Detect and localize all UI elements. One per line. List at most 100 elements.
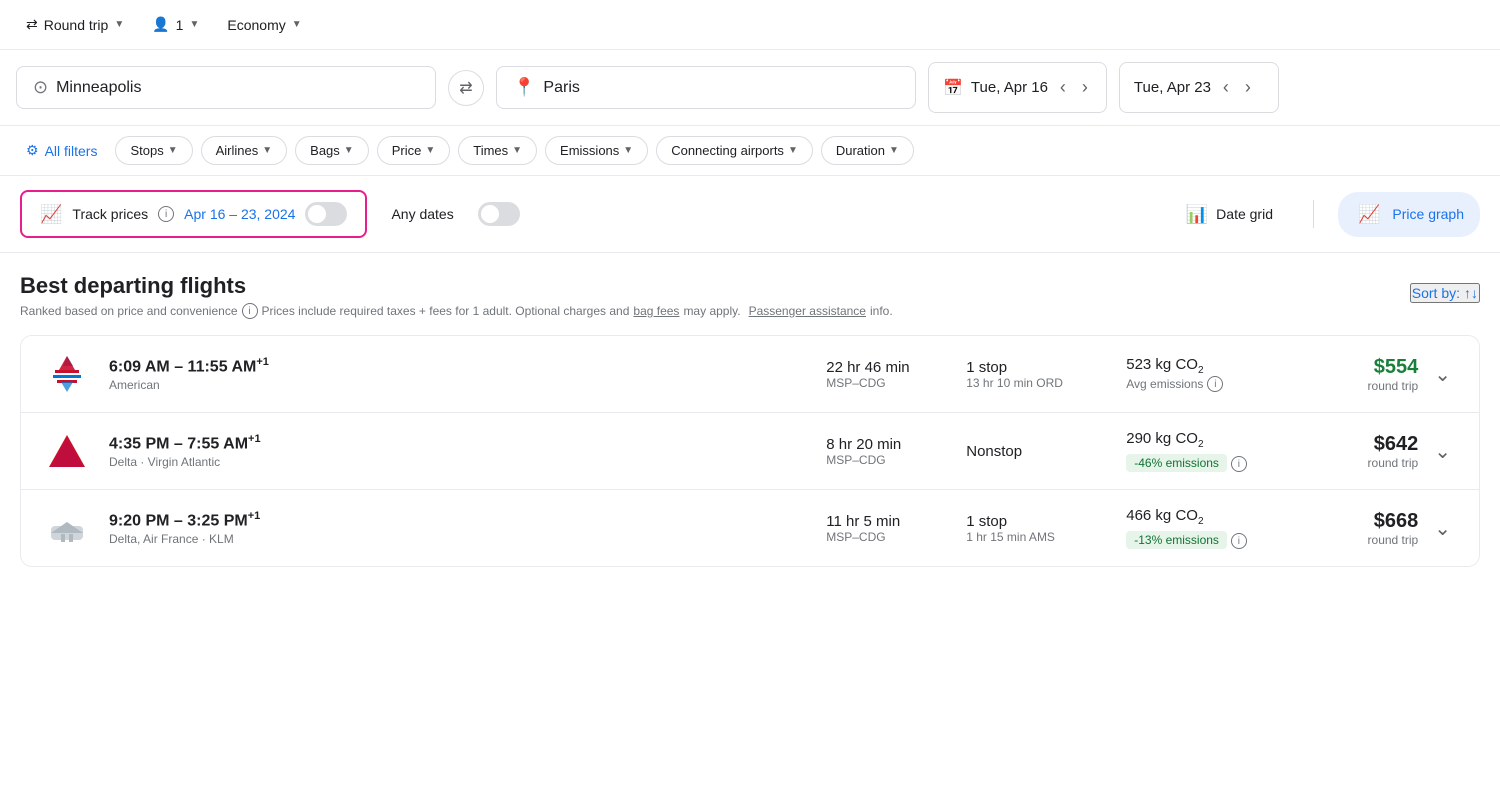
flight-list: 6:09 AM – 11:55 AM+1 American 22 hr 46 m… [20, 335, 1480, 567]
expand-button[interactable]: ⌄ [1426, 512, 1459, 545]
flight-airline: Delta · Virgin Atlantic [109, 455, 806, 469]
flight-emissions-col: 523 kg CO2 Avg emissions i [1106, 356, 1306, 392]
section-subtitle: Ranked based on price and convenience [20, 304, 238, 318]
flight-duration: 11 hr 5 min [826, 513, 946, 530]
flight-price-label: round trip [1306, 379, 1418, 393]
subtitle-info-icon[interactable]: i [242, 303, 258, 319]
fees-row: Ranked based on price and convenience i … [20, 303, 1480, 319]
date-from-next[interactable]: › [1078, 73, 1092, 102]
track-info-icon[interactable]: i [158, 206, 174, 222]
price-graph-icon: 📈 [1354, 200, 1384, 229]
origin-field[interactable]: ⊙ Minneapolis [16, 66, 436, 109]
price-graph-button[interactable]: 📈 Price graph [1338, 192, 1480, 237]
sort-label: Sort by: [1412, 285, 1460, 301]
emissions-info-icon[interactable]: i [1231, 456, 1247, 472]
fees-end-text: may apply. [683, 304, 740, 318]
swap-button[interactable]: ⇄ [448, 70, 484, 106]
passengers-chevron: ▼ [189, 19, 199, 30]
cabin-class-button[interactable]: Economy ▼ [217, 11, 311, 39]
flight-stop-detail: 13 hr 10 min ORD [966, 376, 1106, 390]
track-prices-slider [305, 202, 347, 226]
duration-chevron: ▼ [889, 145, 899, 156]
bags-filter[interactable]: Bags ▼ [295, 136, 369, 165]
bags-chevron: ▼ [344, 145, 354, 156]
passenger-assistance-link[interactable]: Passenger assistance [749, 304, 866, 318]
expand-button[interactable]: ⌄ [1426, 435, 1459, 468]
flight-stops-col: 1 stop 13 hr 10 min ORD [946, 359, 1106, 390]
flight-stops-col: 1 stop 1 hr 15 min AMS [946, 513, 1106, 544]
emissions-chevron: ▼ [623, 145, 633, 156]
any-dates-slider [478, 202, 520, 226]
date-grid-icon: 📊 [1186, 204, 1208, 225]
price-label: Price [392, 143, 422, 158]
flight-times: 9:20 PM – 3:25 PM+1 [109, 510, 806, 530]
flight-price: $668 [1306, 510, 1418, 533]
stops-filter[interactable]: Stops ▼ [115, 136, 192, 165]
track-row: 📈 Track prices i Apr 16 – 23, 2024 Any d… [0, 176, 1500, 253]
flight-duration-col: 8 hr 20 min MSP–CDG [806, 436, 946, 467]
emissions-info-icon[interactable]: i [1207, 376, 1223, 392]
passengers-label: 1 [176, 17, 184, 33]
flight-emissions-col: 466 kg CO2 -13% emissions i [1106, 507, 1306, 550]
flight-times: 4:35 PM – 7:55 AM+1 [109, 433, 806, 453]
search-bar: ⊙ Minneapolis ⇄ 📍 Paris 📅 Tue, Apr 16 ‹ … [0, 50, 1500, 126]
flight-duration-col: 22 hr 46 min MSP–CDG [806, 359, 946, 390]
flight-price-label: round trip [1306, 533, 1418, 547]
table-row[interactable]: 4:35 PM – 7:55 AM+1 Delta · Virgin Atlan… [21, 413, 1479, 490]
origin-icon: ⊙ [33, 77, 48, 98]
airlines-chevron: ▼ [262, 145, 272, 156]
emissions-filter[interactable]: Emissions ▼ [545, 136, 648, 165]
delta-airfrance-logo [45, 506, 89, 550]
destination-field[interactable]: 📍 Paris [496, 66, 916, 109]
flight-price-col: $642 round trip [1306, 433, 1426, 470]
fees-text: Prices include required taxes + fees for… [262, 304, 630, 318]
flight-info: 9:20 PM – 3:25 PM+1 Delta, Air France · … [93, 510, 806, 546]
expand-button[interactable]: ⌄ [1426, 358, 1459, 391]
emissions-label: Emissions [560, 143, 619, 158]
airlines-filter[interactable]: Airlines ▼ [201, 136, 288, 165]
date-grid-label: Date grid [1216, 206, 1273, 222]
connecting-airports-label: Connecting airports [671, 143, 784, 158]
flight-co2: 290 kg CO2 [1126, 430, 1306, 450]
passengers-button[interactable]: 👤 1 ▼ [142, 10, 209, 39]
duration-filter[interactable]: Duration ▼ [821, 136, 914, 165]
sort-button[interactable]: Sort by: ↑↓ [1410, 283, 1480, 303]
times-filter[interactable]: Times ▼ [458, 136, 537, 165]
flight-stops: 1 stop [966, 513, 1106, 530]
track-date-range: Apr 16 – 23, 2024 [184, 206, 295, 222]
flight-price-label: round trip [1306, 456, 1418, 470]
person-icon: 👤 [152, 16, 169, 33]
date-to-prev[interactable]: ‹ [1219, 73, 1233, 102]
all-filters-button[interactable]: ⚙ All filters [16, 136, 107, 165]
price-filter[interactable]: Price ▼ [377, 136, 451, 165]
flight-info: 4:35 PM – 7:55 AM+1 Delta · Virgin Atlan… [93, 433, 806, 469]
date-from-field[interactable]: 📅 Tue, Apr 16 ‹ › [928, 62, 1107, 113]
bags-label: Bags [310, 143, 340, 158]
flight-airline: Delta, Air France · KLM [109, 532, 806, 546]
bag-fees-link[interactable]: bag fees [633, 304, 679, 318]
top-bar: ⇄ Round trip ▼ 👤 1 ▼ Economy ▼ [0, 0, 1500, 50]
filter-icon: ⚙ [26, 142, 39, 159]
connecting-airports-chevron: ▼ [788, 145, 798, 156]
swap-icon: ⇄ [459, 78, 472, 98]
table-row[interactable]: 6:09 AM – 11:55 AM+1 American 22 hr 46 m… [21, 336, 1479, 413]
date-from-prev[interactable]: ‹ [1056, 73, 1070, 102]
flight-co2: 523 kg CO2 [1126, 356, 1306, 376]
destination-value: Paris [543, 79, 579, 97]
flight-route: MSP–CDG [826, 530, 946, 544]
any-dates-toggle[interactable] [478, 202, 520, 226]
date-to-next[interactable]: › [1241, 73, 1255, 102]
track-prices-toggle[interactable] [305, 202, 347, 226]
emissions-info-icon[interactable]: i [1231, 533, 1247, 549]
date-grid-button[interactable]: 📊 Date grid [1170, 196, 1289, 233]
price-graph-label: Price graph [1392, 206, 1464, 222]
airline-logo [41, 352, 93, 396]
flight-price: $642 [1306, 433, 1418, 456]
round-trip-button[interactable]: ⇄ Round trip ▼ [16, 10, 134, 39]
date-to-field[interactable]: Tue, Apr 23 ‹ › [1119, 62, 1279, 113]
connecting-airports-filter[interactable]: Connecting airports ▼ [656, 136, 813, 165]
flight-info: 6:09 AM – 11:55 AM+1 American [93, 356, 806, 392]
delta-logo [45, 429, 89, 473]
table-row[interactable]: 9:20 PM – 3:25 PM+1 Delta, Air France · … [21, 490, 1479, 566]
flight-stop-detail: 1 hr 15 min AMS [966, 530, 1106, 544]
